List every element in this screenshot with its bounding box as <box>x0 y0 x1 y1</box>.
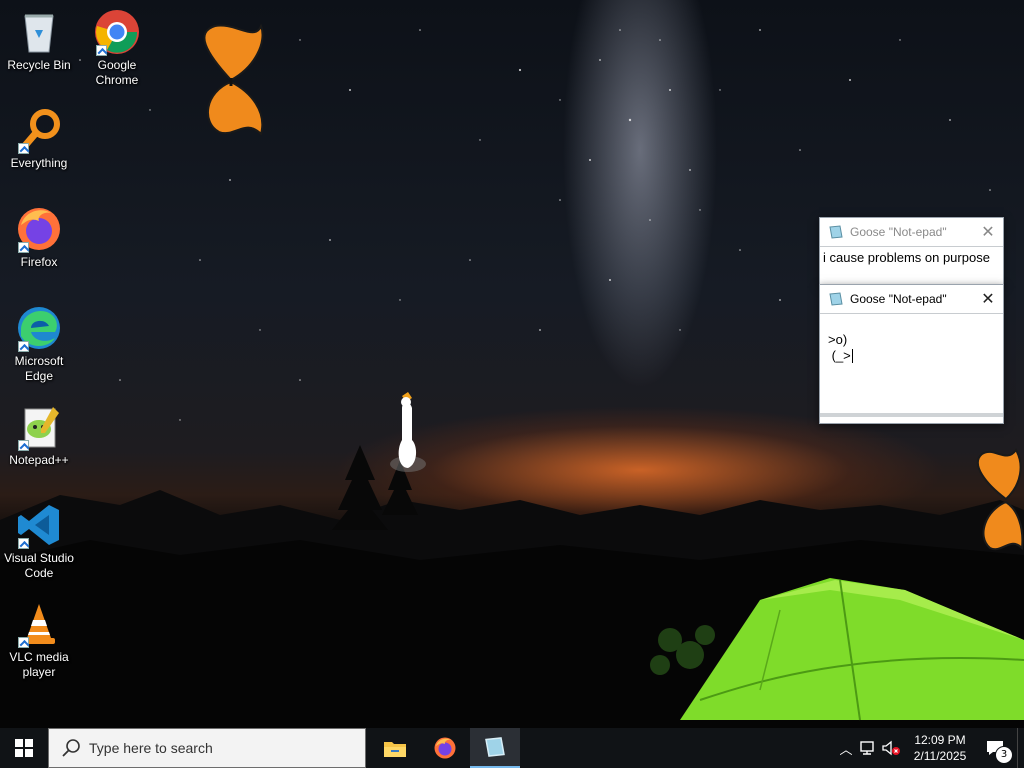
taskbar-search-box[interactable]: Type here to search <box>48 728 366 768</box>
desktop-icon-vlc-media-player[interactable]: VLC media player <box>1 600 77 680</box>
window-title: Goose "Not-epad" <box>850 292 947 306</box>
shortcut-arrow-icon <box>18 538 29 549</box>
taskbar-app-firefox[interactable] <box>420 728 470 768</box>
notepad-line-1: >o) <box>828 332 848 347</box>
notepad-line-2: (_> <box>828 348 851 363</box>
desktop-icon-visual-studio-code[interactable]: Visual Studio Code <box>1 501 77 581</box>
vlc-icon <box>15 600 63 648</box>
edge-icon <box>15 304 63 352</box>
vscode-icon <box>15 501 63 549</box>
window-titlebar[interactable]: Goose "Not-epad" ✕ <box>820 218 1003 246</box>
file-explorer-icon <box>384 742 406 757</box>
notification-count-badge: 3 <box>995 746 1013 764</box>
notepad-text: i cause problems on purpose <box>823 250 990 265</box>
shortcut-arrow-icon <box>18 440 29 451</box>
desktop-background: Recycle Bin Google Chrome Everything Fir… <box>0 0 1024 728</box>
volume-muted-icon <box>882 740 900 756</box>
desktop-icon-label: Visual Studio Code <box>4 551 74 580</box>
desktop-icon-google-chrome[interactable]: Google Chrome <box>79 8 155 88</box>
network-icon <box>860 741 874 755</box>
notepad-icon <box>829 292 843 306</box>
search-placeholder: Type here to search <box>89 740 213 756</box>
notepad-icon <box>829 225 843 239</box>
notepadpp-icon <box>15 403 63 451</box>
desktop-icon-firefox[interactable]: Firefox <box>1 205 77 270</box>
desktop-icon-label: Recycle Bin <box>7 58 71 72</box>
shortcut-arrow-icon <box>96 45 107 56</box>
desktop-goose <box>390 392 426 472</box>
desktop-icon-label: Firefox <box>20 255 58 269</box>
taskbar: Type here to search ︿ 12:09 PM 2/11/2025… <box>0 728 1024 768</box>
desktop-icon-label: Notepad++ <box>9 453 69 467</box>
windows-icon <box>15 739 33 757</box>
notepad-icon <box>485 737 505 757</box>
window-titlebar[interactable]: Goose "Not-epad" ✕ <box>820 285 1003 313</box>
clock-date: 2/11/2025 <box>913 749 967 763</box>
desktop-icon-label: VLC media player <box>9 650 69 679</box>
desktop-icon-notepadpp[interactable]: Notepad++ <box>1 403 77 468</box>
desktop-icon-label: Google Chrome <box>95 58 139 87</box>
desktop-icon-everything[interactable]: Everything <box>1 106 77 171</box>
search-icon <box>62 739 80 757</box>
shortcut-arrow-icon <box>18 143 29 154</box>
clock[interactable]: 12:09 PM 2/11/2025 <box>907 732 973 764</box>
shortcut-arrow-icon <box>18 242 29 253</box>
desktop-icon-recycle-bin[interactable]: Recycle Bin <box>1 8 77 73</box>
chevron-up-icon: ︿ <box>839 742 853 758</box>
close-button[interactable]: ✕ <box>973 218 1003 246</box>
butterfly-decoration <box>203 23 264 136</box>
show-desktop-button[interactable] <box>1017 728 1024 768</box>
close-button[interactable]: ✕ <box>973 285 1003 313</box>
network-status-button[interactable] <box>857 728 879 768</box>
desktop-icon-microsoft-edge[interactable]: Microsoft Edge <box>1 304 77 384</box>
text-cursor <box>851 349 853 363</box>
shortcut-arrow-icon <box>18 637 29 648</box>
window-title: Goose "Not-epad" <box>850 225 947 239</box>
notepad-window-top[interactable]: Goose "Not-epad" ✕ i cause problems on p… <box>819 217 1004 286</box>
shortcut-arrow-icon <box>18 341 29 352</box>
clock-time: 12:09 PM <box>914 733 966 747</box>
start-button[interactable] <box>0 728 48 768</box>
volume-button[interactable] <box>879 728 903 768</box>
show-hidden-icons-button[interactable]: ︿ <box>835 728 857 768</box>
taskbar-app-notepad-active[interactable] <box>470 728 520 768</box>
text-editor-area[interactable]: >o) (_> <box>820 313 1003 417</box>
notepad-window-bottom[interactable]: Goose "Not-epad" ✕ >o) (_> <box>819 284 1004 424</box>
taskbar-app-file-explorer[interactable] <box>370 728 420 768</box>
everything-icon <box>15 106 63 154</box>
butterfly-decoration <box>976 448 1024 551</box>
chrome-icon <box>93 8 141 56</box>
firefox-icon <box>15 205 63 253</box>
action-center-button[interactable]: 3 <box>973 728 1017 768</box>
recycle-bin-icon <box>15 8 63 56</box>
desktop-icon-label: Microsoft Edge <box>14 354 64 383</box>
firefox-icon <box>434 737 456 759</box>
desktop-icon-label: Everything <box>10 156 68 170</box>
